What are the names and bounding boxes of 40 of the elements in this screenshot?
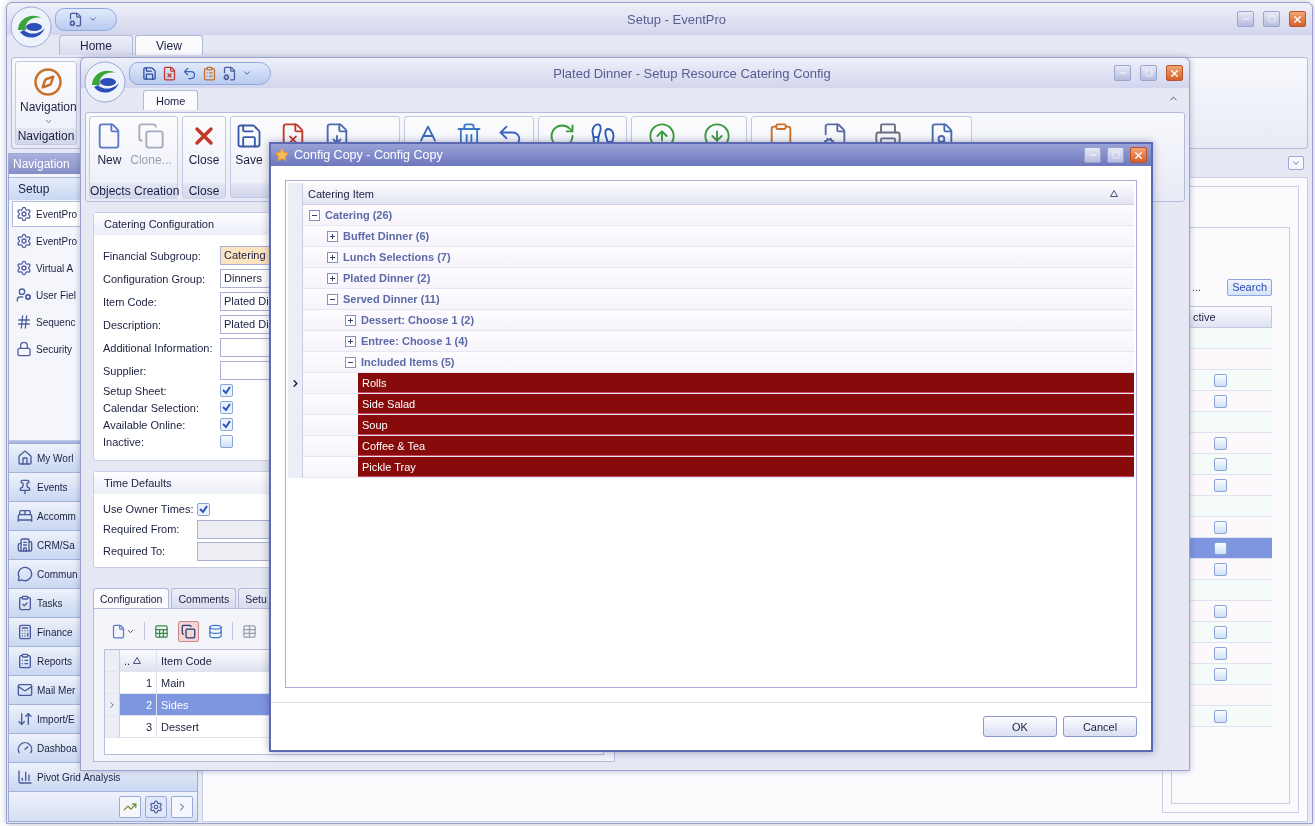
module-label: Dashboa [37, 742, 78, 754]
window-title: Plated Dinner - Setup Resource Catering Config [552, 65, 832, 81]
field-label: Setup Sheet: [103, 384, 168, 397]
field-label: Financial Subgroup: [103, 249, 202, 262]
field-label: Description: [103, 318, 163, 331]
module-label: Events [37, 481, 68, 493]
module-label: CRM/Sa [37, 539, 75, 551]
window-title: Setup - EventPro [626, 11, 727, 27]
group-label: Close [183, 183, 225, 199]
module-label: Pivot Grid Analysis [37, 771, 121, 783]
module-label: Commun [37, 568, 78, 580]
dialog-title: Config Copy - Config Copy [294, 148, 443, 162]
nav-item-label: Virtual A [36, 262, 74, 274]
nav-item-label: EventPro [36, 235, 78, 247]
field-label: Additional Information: [103, 341, 214, 354]
module-label: Reports [37, 655, 72, 667]
field-label: Item Code: [103, 295, 158, 308]
field-label: Required To: [103, 545, 167, 557]
nav-item-label: User Fiel [36, 289, 76, 301]
module-label: Import/E [37, 713, 75, 725]
field-label: Use Owner Times: [103, 503, 195, 515]
field-label: Calendar Selection: [103, 401, 200, 414]
nav-item-label: Security [36, 343, 73, 355]
field-label: Supplier: [103, 364, 148, 377]
field-label: Inactive: [103, 435, 145, 448]
field-label: Required From: [103, 523, 181, 535]
field-label: Configuration Group: [103, 272, 207, 285]
module-label: My Worl [37, 452, 74, 464]
module-label: Finance [37, 626, 73, 638]
group-label: Navigation [16, 128, 76, 144]
module-label: Tasks [37, 597, 63, 609]
field-label: Available Online: [103, 418, 187, 431]
nav-item-label: EventPro [36, 208, 78, 220]
module-label: Mail Mer [37, 684, 76, 696]
table-cell: 3 [120, 716, 157, 737]
table-cell: 2 [120, 694, 157, 715]
nav-item-label: Sequenc [36, 316, 76, 328]
module-label: Accomm [37, 510, 76, 522]
group-label: Objects Creation [90, 183, 177, 199]
table-cell: 1 [120, 672, 157, 693]
